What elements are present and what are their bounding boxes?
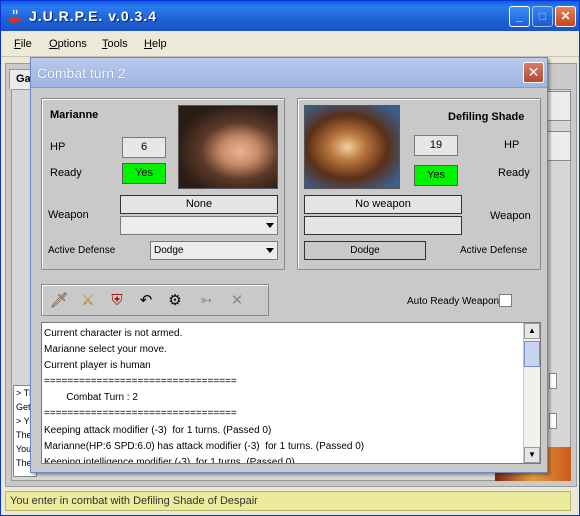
player-weapon-select[interactable] — [120, 216, 278, 235]
enemy-name: Defiling Shade — [448, 111, 525, 123]
menubar: File Options Tools Help — [1, 31, 579, 57]
scrollbar-thumb[interactable] — [524, 341, 540, 367]
log-line: Combat Turn : 2 — [44, 392, 138, 404]
player-name: Marianne — [50, 109, 99, 121]
log-line: Keeping intelligence modifier (-3) for 1… — [44, 456, 295, 464]
player-panel: Marianne HP 6 Ready Yes None Weapon Acti… — [41, 98, 285, 270]
player-hp-value: 6 — [122, 137, 166, 158]
log-line: Marianne(HP:6 SPD:6.0) has attack modifi… — [44, 440, 365, 452]
enemy-ready-label: Ready — [498, 167, 530, 179]
app-close-button[interactable]: ✕ — [555, 6, 576, 27]
enemy-portrait — [304, 105, 400, 189]
player-hp-label: HP — [50, 141, 66, 153]
auto-ready-weapon-label: Auto Ready Weapon — [407, 296, 500, 307]
defend-shield-icon[interactable]: ⛨ — [104, 289, 130, 313]
combat-dialog: Combat turn 2 ✕ Marianne HP 6 Ready Yes … — [30, 57, 548, 473]
player-ready-indicator: Yes — [122, 163, 166, 184]
enemy-ready-indicator: Yes — [414, 165, 458, 186]
dialog-title: Combat turn 2 — [37, 65, 126, 81]
player-ready-label: Ready — [50, 167, 82, 179]
bg-side-field[interactable] — [549, 413, 557, 429]
aim-ranged-icon[interactable]: ➳ — [193, 289, 219, 313]
log-line: ================================= — [44, 376, 237, 388]
chevron-down-icon — [266, 248, 274, 253]
menu-tools[interactable]: Tools — [102, 38, 128, 50]
player-weapon-label: Weapon — [48, 209, 89, 221]
dialog-titlebar[interactable]: Combat turn 2 ✕ — [31, 58, 547, 88]
enemy-weapon-display: No weapon — [304, 195, 462, 214]
status-bar: You enter in combat with Defiling Shade … — [5, 491, 571, 511]
player-active-defense-label: Active Defense — [48, 245, 116, 256]
attack-sword-icon[interactable]: 🗡 — [46, 289, 72, 313]
combat-log[interactable]: Current character is not armed. Marianne… — [41, 322, 541, 464]
auto-ready-weapon-checkbox[interactable] — [499, 294, 512, 307]
minimize-button[interactable]: _ — [509, 6, 530, 27]
enemy-active-defense-value: Dodge — [304, 241, 426, 260]
cancel-x-icon[interactable]: ✕ — [224, 289, 250, 313]
combat-log-scrollbar[interactable]: ▲ ▼ — [523, 323, 540, 463]
retreat-arrow-icon[interactable]: ↶ — [133, 289, 159, 313]
player-active-defense-value: Dodge — [154, 245, 184, 256]
menu-file[interactable]: File — [14, 38, 32, 50]
combat-log-content: Current character is not armed. Marianne… — [42, 323, 524, 464]
chevron-down-icon — [266, 223, 274, 228]
enemy-panel: Defiling Shade 19 HP Yes Ready No weapon… — [297, 98, 541, 270]
enemy-weapon-extra — [304, 216, 462, 235]
enemy-weapon-label: Weapon — [490, 210, 531, 222]
main-titlebar[interactable]: J.U.R.P.E. v.0.3.4 _ □ ✕ — [1, 1, 579, 31]
maximize-button[interactable]: □ — [532, 6, 553, 27]
log-line: Current character is not armed. — [44, 328, 183, 339]
bg-side-field[interactable] — [549, 373, 557, 389]
player-portrait — [178, 105, 278, 189]
all-out-attack-icon[interactable]: ⚔ — [75, 289, 101, 313]
enemy-hp-label: HP — [504, 139, 520, 151]
log-line: Marianne select your move. — [44, 344, 167, 356]
enemy-active-defense-label: Active Defense — [460, 245, 528, 256]
log-line: ================================= — [44, 408, 237, 420]
menu-help[interactable]: Help — [144, 38, 167, 50]
dialog-close-button[interactable]: ✕ — [523, 62, 544, 83]
log-line: Current player is human — [44, 360, 151, 372]
player-weapon-display: None — [120, 195, 278, 214]
combat-action-toolbar: 🗡 ⚔ ⛨ ↶ ⚙ ➳ ✕ — [41, 284, 269, 316]
enemy-hp-value: 19 — [414, 135, 458, 156]
scroll-up-arrow-icon[interactable]: ▲ — [524, 323, 540, 339]
scroll-down-arrow-icon[interactable]: ▼ — [524, 447, 540, 463]
player-active-defense-select[interactable]: Dodge — [150, 241, 278, 260]
log-line: Keeping attack modifier (-3) for 1 turns… — [44, 424, 272, 436]
java-cup-icon — [10, 9, 23, 23]
app-title: J.U.R.P.E. v.0.3.4 — [29, 8, 157, 24]
menu-options[interactable]: Options — [49, 38, 87, 50]
ready-weapon-icon[interactable]: ⚙ — [162, 289, 188, 313]
